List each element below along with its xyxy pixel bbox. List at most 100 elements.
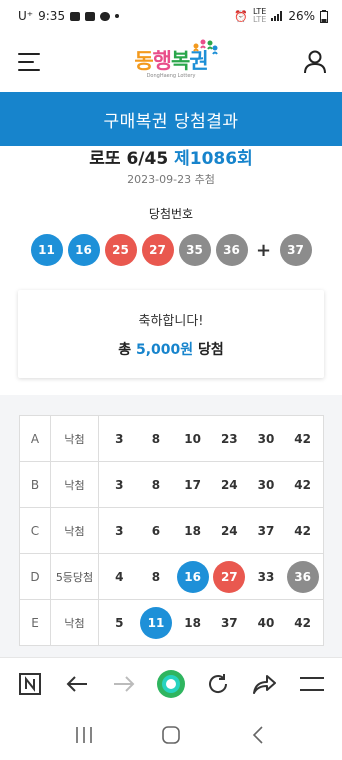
congrats-text: 축하합니다! <box>138 313 204 329</box>
prize-suffix: 당첨 <box>198 341 224 358</box>
ticket-row-result: 낙첨 <box>50 415 99 462</box>
prize-prefix: 총 <box>118 341 132 358</box>
ticket-table: A 낙첨 3 8 10 23 30 42 B 낙첨 3 8 17 24 30 42 C 낙첨 3 6 18 24 37 42 D… <box>19 415 324 646</box>
signal-icon <box>271 11 283 21</box>
ticket-number: 42 <box>294 523 311 538</box>
plus-sign: + <box>255 239 272 261</box>
ticket-row-numbers: 3 6 18 24 37 42 <box>98 507 324 554</box>
youtube-icon <box>85 11 96 21</box>
ticket-number: 37 <box>220 615 238 630</box>
battery-label: 26% <box>288 9 315 23</box>
browser-toolbar <box>0 657 342 709</box>
ticket-row-letter: A <box>19 415 51 462</box>
winning-ball: 11 <box>30 234 63 266</box>
recent-apps-icon[interactable] <box>69 720 99 750</box>
ticket-row-letter: C <box>19 507 51 554</box>
time-label: 9:35 <box>38 9 66 23</box>
result-box: 축하합니다! 총 5,000원 당첨 <box>18 290 324 378</box>
ticket-number: 37 <box>257 523 275 538</box>
prize-summary: 총 5,000원 당첨 <box>118 339 224 359</box>
draw-title: 로또 6/45 제1086회 <box>0 144 342 169</box>
ticket-number: 18 <box>184 615 201 630</box>
logo-subtitle: DongHaeng Lottery <box>146 73 196 79</box>
winning-ball: 16 <box>67 234 100 266</box>
system-nav-bar <box>0 710 342 760</box>
ticket-number: 40 <box>257 615 275 630</box>
ticket-number: 24 <box>220 477 238 492</box>
ticket-number: 30 <box>257 477 275 492</box>
ticket-number: 8 <box>151 431 161 446</box>
matched-number-ball: 11 <box>139 606 172 639</box>
winning-ball: 25 <box>104 234 137 266</box>
ticket-row-numbers: 3 8 10 23 30 42 <box>98 415 324 462</box>
ticket-number: 3 <box>115 431 124 446</box>
winning-numbers-label: 당첨번호 <box>148 207 194 221</box>
ticket-number: 10 <box>184 431 201 446</box>
refresh-icon[interactable] <box>203 669 233 699</box>
page-title: 구매복권 당첨결과 <box>103 111 239 132</box>
ticket-row-result: 5등당첨 <box>50 553 99 600</box>
network-type-bottom: LTE <box>253 15 267 24</box>
app-header: 동행복권 DongHaeng Lottery <box>0 32 342 92</box>
ticket-row: E 낙첨 5 11 18 37 40 42 <box>19 599 324 646</box>
ticket-number: 42 <box>294 615 311 630</box>
ticket-number: 24 <box>220 523 238 538</box>
game-name: 로또 6/45 <box>89 149 169 169</box>
ticket-row: B 낙첨 3 8 17 24 30 42 <box>19 461 324 508</box>
logo-char-1: 동 <box>134 49 153 73</box>
user-icon[interactable] <box>302 49 328 75</box>
back-arrow-icon[interactable] <box>62 669 92 699</box>
ticket-number: 6 <box>151 523 161 538</box>
forward-arrow-icon[interactable] <box>109 669 139 699</box>
menu-lines-icon[interactable] <box>297 669 327 699</box>
draw-round: 제1086회 <box>174 149 253 169</box>
ticket-row: A 낙첨 3 8 10 23 30 42 <box>19 415 324 462</box>
ticket-row-numbers: 4 8 16 27 33 36 <box>98 553 324 600</box>
home-dot-icon[interactable] <box>156 669 186 699</box>
draw-date: 2023-09-23 추첨 <box>127 173 215 186</box>
logo-char-2: 행 <box>152 49 172 73</box>
gallery-icon <box>70 11 81 21</box>
alarm-icon: ⏰ <box>234 9 249 23</box>
ticket-row-numbers: 3 8 17 24 30 42 <box>98 461 324 508</box>
back-icon[interactable] <box>243 720 273 750</box>
ticket-number: 3 <box>115 523 124 538</box>
ticket-row: C 낙첨 3 6 18 24 37 42 <box>19 507 324 554</box>
ticket-number: 17 <box>184 477 201 492</box>
ticket-number: 5 <box>115 615 124 630</box>
ticket-number: 8 <box>151 569 161 584</box>
matched-number-ball: 16 <box>176 560 209 593</box>
winning-ball: 36 <box>215 234 248 266</box>
title-banner: 구매복권 당첨결과 <box>0 92 342 146</box>
winning-ball: 27 <box>141 234 174 266</box>
ticket-number: 42 <box>294 477 311 492</box>
ticket-row-numbers: 5 11 18 37 40 42 <box>98 599 324 646</box>
logo-char-3: 복 <box>171 49 190 73</box>
ticket-row-letter: E <box>19 599 51 646</box>
ticket-row-letter: D <box>19 553 51 600</box>
matched-number-ball: 36 <box>286 560 319 593</box>
ticket-number: 18 <box>184 523 201 538</box>
ticket-row-result: 낙첨 <box>50 461 99 508</box>
notification-dot-icon <box>115 14 120 18</box>
status-right: ⏰ LTE LTE 26% <box>234 8 328 24</box>
ticket-row-result: 낙첨 <box>50 507 99 554</box>
bonus-ball: 37 <box>279 234 312 266</box>
hamburger-icon[interactable] <box>18 53 40 71</box>
ticket-number: 33 <box>257 569 275 584</box>
ticket-row-letter: B <box>19 461 51 508</box>
ticket-number: 3 <box>115 477 124 492</box>
carrier-label: U⁺ <box>18 9 34 23</box>
ticket-number: 23 <box>220 431 238 446</box>
logo[interactable]: 동행복권 DongHaeng Lottery <box>134 39 218 79</box>
ticket-row: D 5등당첨 4 8 16 27 33 36 <box>19 553 324 600</box>
home-icon[interactable] <box>156 720 186 750</box>
share-icon[interactable] <box>250 669 280 699</box>
cloud-icon <box>100 11 111 21</box>
n-icon[interactable] <box>15 669 45 699</box>
status-bar: U⁺ 9:35 ⏰ LTE LTE 26% <box>0 0 342 32</box>
status-left: U⁺ 9:35 <box>18 9 120 23</box>
winning-ball: 35 <box>178 234 211 266</box>
ticket-number: 8 <box>151 477 161 492</box>
battery-icon <box>320 9 328 23</box>
